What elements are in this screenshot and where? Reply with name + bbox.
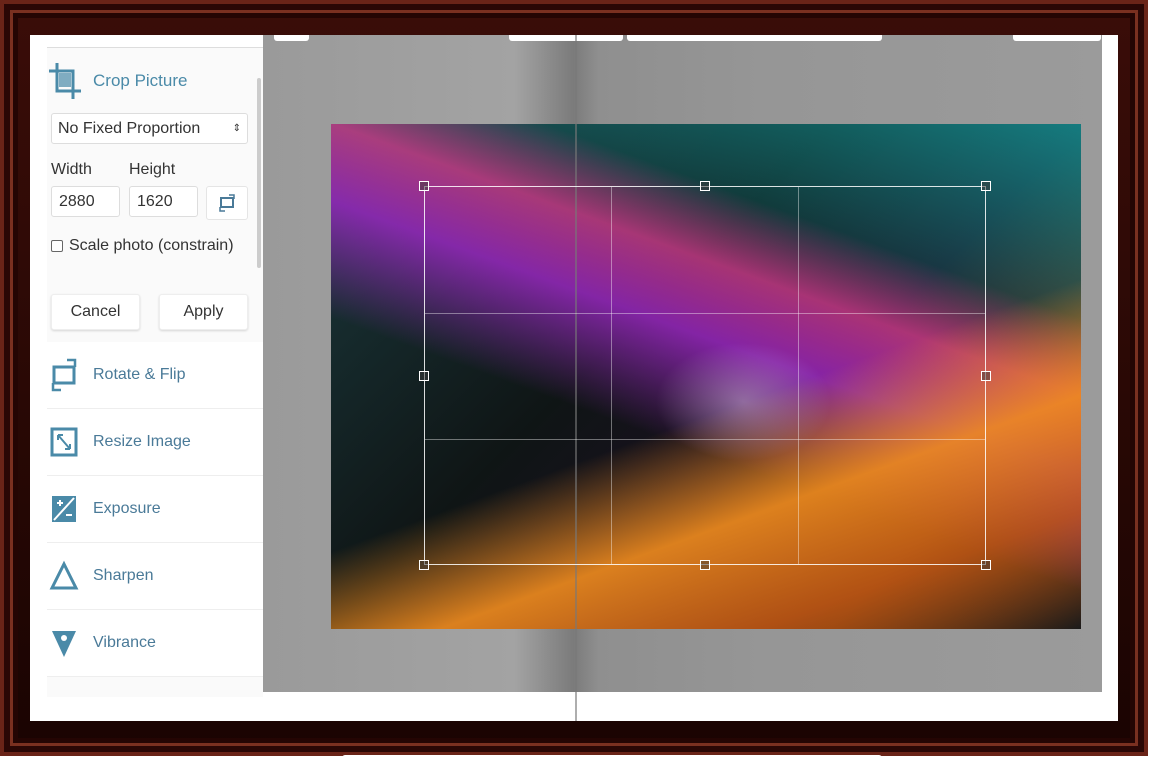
crop-picture-title: Crop Picture xyxy=(93,71,188,90)
top-tab[interactable] xyxy=(627,35,882,41)
tool-exposure[interactable]: Exposure xyxy=(47,476,263,543)
tool-resize-image[interactable]: Resize Image xyxy=(47,409,263,476)
swap-dimensions-button[interactable] xyxy=(206,186,248,220)
crop-handle[interactable] xyxy=(419,560,429,570)
crop-handle[interactable] xyxy=(700,181,710,191)
width-input[interactable]: 2880 xyxy=(51,186,120,217)
crop-handle[interactable] xyxy=(981,371,991,381)
bottom-bar xyxy=(342,755,882,763)
tool-label: Sharpen xyxy=(93,567,154,584)
checkbox-box[interactable] xyxy=(51,240,63,252)
proportion-select[interactable]: No Fixed Proportion ⇕ xyxy=(51,113,248,144)
tool-label: Resize Image xyxy=(93,433,191,450)
exposure-icon xyxy=(52,496,76,522)
edit-sidebar: Crop Picture No Fixed Proportion ⇕ Width … xyxy=(47,47,263,697)
tools-list: Rotate & Flip Resize Image Exposure Shar… xyxy=(47,342,263,677)
top-tab[interactable] xyxy=(509,35,623,41)
proportion-value: No Fixed Proportion xyxy=(58,120,201,137)
apply-button[interactable]: Apply xyxy=(159,294,248,330)
width-label: Width xyxy=(51,161,92,178)
tool-label: Rotate & Flip xyxy=(93,366,186,383)
cancel-button[interactable]: Cancel xyxy=(51,294,140,330)
crop-handle[interactable] xyxy=(981,560,991,570)
sharpen-icon xyxy=(49,560,79,590)
crop-handle[interactable] xyxy=(981,181,991,191)
tool-label: Exposure xyxy=(93,500,161,517)
crop-handle[interactable] xyxy=(419,371,429,381)
crop-selection-box[interactable] xyxy=(419,181,991,570)
grid-line xyxy=(425,313,985,314)
crop-handle[interactable] xyxy=(700,560,710,570)
crop-picture-header[interactable]: Crop Picture xyxy=(47,48,263,114)
scale-photo-checkbox[interactable]: Scale photo (constrain) xyxy=(51,237,234,255)
tool-vibrance[interactable]: Vibrance xyxy=(47,610,263,677)
scale-photo-label: Scale photo (constrain) xyxy=(69,237,234,254)
sidebar-scrollbar[interactable] xyxy=(257,78,261,268)
tool-label: Vibrance xyxy=(93,634,156,651)
rotate-icon xyxy=(51,358,77,392)
grid-line xyxy=(611,187,612,564)
top-tab[interactable] xyxy=(1013,35,1101,41)
tool-rotate-flip[interactable]: Rotate & Flip xyxy=(47,342,263,409)
swap-orientation-icon xyxy=(219,194,235,212)
tool-sharpen[interactable]: Sharpen xyxy=(47,543,263,610)
top-tab[interactable] xyxy=(274,35,309,41)
resize-icon xyxy=(50,427,78,457)
select-arrows-icon: ⇕ xyxy=(232,123,241,134)
height-label: Height xyxy=(129,161,176,178)
vibrance-icon xyxy=(52,631,76,657)
crop-icon xyxy=(49,63,81,99)
grid-line xyxy=(798,187,799,564)
crop-handle[interactable] xyxy=(419,181,429,191)
height-input[interactable]: 1620 xyxy=(129,186,198,217)
grid-line xyxy=(425,439,985,440)
